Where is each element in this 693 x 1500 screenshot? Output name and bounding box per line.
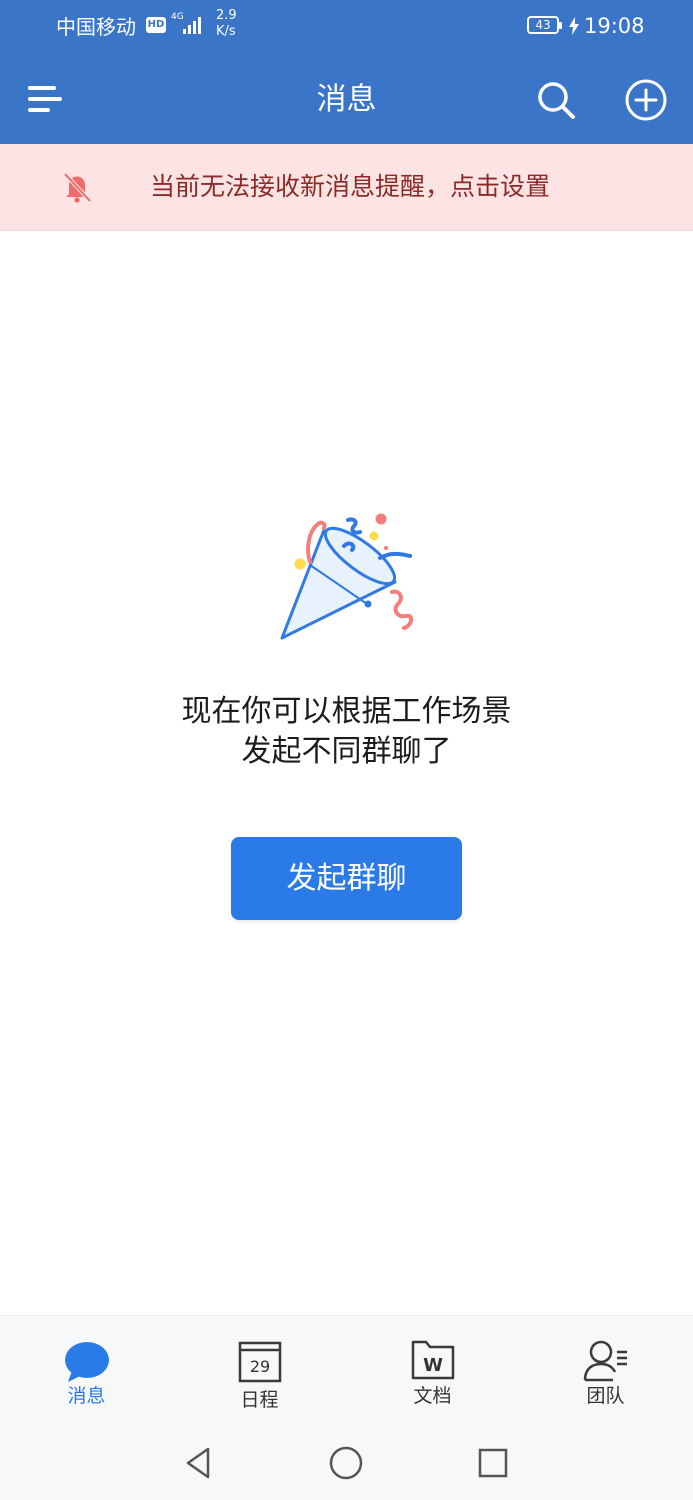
plus-circle-icon[interactable] (624, 78, 668, 122)
back-icon[interactable] (180, 1443, 220, 1483)
app-bar: 消息 (0, 56, 693, 144)
network-type: 4G (171, 12, 184, 22)
carrier-name: 中国移动 (56, 15, 136, 39)
calendar-day: 29 (250, 1357, 270, 1376)
clock: 19:08 (584, 14, 645, 38)
document-folder-icon: W (411, 1340, 455, 1380)
empty-state-message: 现在你可以根据工作场景 发起不同群聊了 (0, 692, 693, 772)
bottom-tab-bar: 消息 29 日程 W 文档 团队 (0, 1315, 693, 1426)
tab-schedule[interactable]: 29 日程 (173, 1316, 346, 1426)
tab-team-label: 团队 (586, 1385, 625, 1407)
chat-bubble-icon (65, 1342, 109, 1382)
network-speed-unit: K/s (216, 24, 236, 39)
notification-warning-banner[interactable]: 当前无法接收新消息提醒，点击设置 (0, 144, 693, 231)
document-letter: W (423, 1355, 443, 1376)
calendar-icon: 29 (238, 1341, 282, 1383)
tab-messages-label: 消息 (67, 1385, 106, 1407)
network-speed-value: 2.9 (216, 8, 237, 23)
search-icon[interactable] (534, 78, 578, 122)
home-icon[interactable] (326, 1443, 366, 1483)
team-contact-icon (583, 1340, 627, 1382)
tab-documents[interactable]: W 文档 (346, 1316, 519, 1426)
notice-text: 当前无法接收新消息提醒，点击设置 (150, 172, 551, 201)
tab-schedule-label: 日程 (240, 1389, 279, 1411)
empty-state-line-1: 现在你可以根据工作场景 (181, 694, 512, 729)
tab-documents-label: 文档 (413, 1385, 452, 1407)
bell-off-icon (63, 172, 92, 203)
empty-state-line-2: 发起不同群聊了 (241, 734, 452, 769)
party-popper-icon (280, 513, 413, 640)
status-bar: 中国移动 HD 4G 2.9 K/s 43 19:08 (0, 0, 693, 56)
charging-bolt-icon (569, 17, 579, 35)
signal-icon (183, 16, 207, 34)
tab-messages[interactable]: 消息 (0, 1316, 173, 1426)
recent-apps-icon[interactable] (473, 1443, 513, 1483)
page-title: 消息 (316, 82, 377, 117)
system-navigation-bar (0, 1425, 693, 1500)
hd-badge: HD (146, 17, 166, 33)
battery-icon: 43 (527, 16, 562, 34)
network-speed: 2.9 K/s (216, 8, 237, 40)
header: 中国移动 HD 4G 2.9 K/s 43 19:08 消息 (0, 0, 693, 144)
tab-team[interactable]: 团队 (519, 1316, 692, 1426)
start-group-chat-button[interactable]: 发起群聊 (231, 837, 462, 920)
